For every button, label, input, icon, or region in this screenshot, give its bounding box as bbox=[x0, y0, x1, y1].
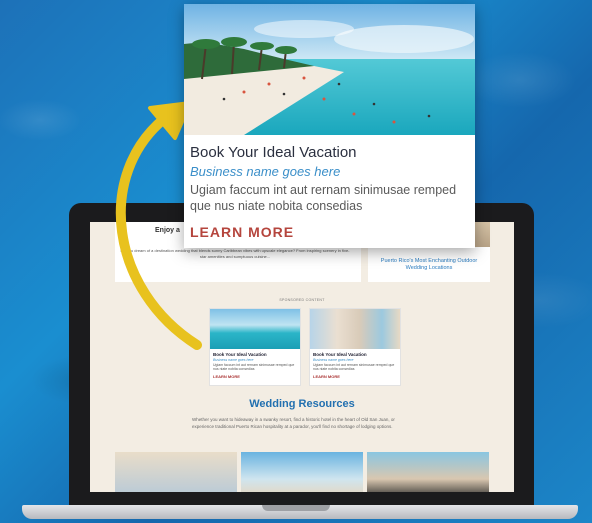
ad-subtitle: Business name goes here bbox=[190, 164, 341, 179]
beach-image bbox=[184, 4, 475, 135]
ad-body: Ugiam faccum int aut rernam sinimusae re… bbox=[190, 183, 457, 213]
sponsored-ad-card[interactable]: Book Your Ideal Vacation Business name g… bbox=[184, 4, 475, 248]
learn-more-link[interactable]: LEARN MORE bbox=[190, 224, 294, 240]
ad-title: Book Your Ideal Vacation bbox=[190, 144, 357, 161]
